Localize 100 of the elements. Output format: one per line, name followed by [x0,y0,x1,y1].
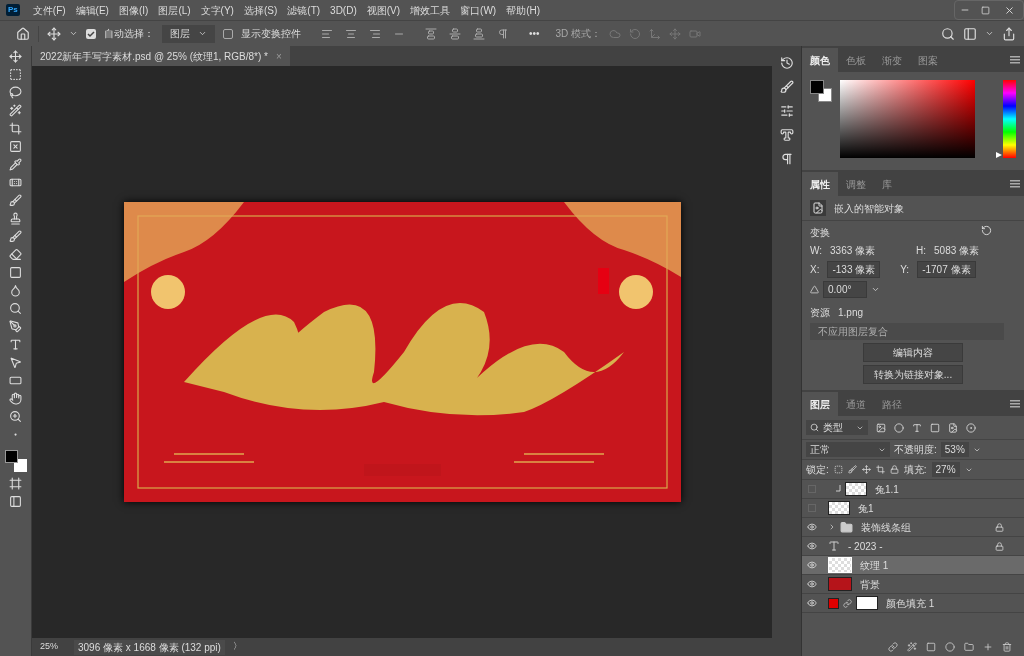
menu-item[interactable]: 图层(L) [153,2,196,18]
adjustment-icon[interactable] [945,642,955,652]
target-dropdown[interactable]: 图层 [162,24,215,43]
type-filter-icon[interactable] [912,422,922,433]
maximize-icon[interactable] [980,5,990,15]
align-center-icon[interactable] [345,27,357,40]
bandage-icon[interactable] [9,176,22,189]
smart-filter-icon[interactable] [948,422,958,433]
menu-item[interactable]: 增效工具 [405,2,456,18]
panel-button[interactable]: 转换为链接对象... [863,365,963,384]
menu-item[interactable]: 编辑(E) [70,2,114,18]
more-button[interactable]: ••• [529,26,540,41]
rectangle-icon[interactable] [9,374,22,387]
layer-comp-dropdown[interactable]: 不应用图层复合 [810,323,1004,340]
droplet-icon[interactable] [9,284,22,297]
menu-item[interactable]: 视图(V) [361,2,406,18]
layer-row[interactable]: 兔1 [802,499,1024,518]
lock-pixels-icon[interactable] [833,465,843,474]
align-left-icon[interactable] [321,27,333,40]
panel-tab[interactable]: 属性 [802,172,838,196]
workspace-icon[interactable] [963,26,977,41]
menu-item[interactable]: 文字(Y) [195,2,239,18]
shape-filter-icon[interactable] [930,422,940,433]
adjustment-filter-icon[interactable] [894,422,904,433]
lock-paint-icon[interactable] [847,465,857,474]
filter-dropdown[interactable]: 类型 [806,420,868,435]
zoom-level[interactable]: 25% [40,640,66,654]
close-icon[interactable] [1003,4,1015,16]
marquee-icon[interactable] [9,68,22,81]
menu-item[interactable]: 图像(I) [113,2,154,18]
hue-slider-thumb[interactable] [996,152,1002,158]
screen-mode-icon[interactable] [9,495,22,508]
zoom-icon[interactable] [9,410,22,423]
brush-icon[interactable] [9,194,22,207]
menu-item[interactable]: 文件(F) [27,2,71,18]
layer-row[interactable]: 纹理 1 [802,556,1024,575]
menu-item[interactable]: 3D(D) [325,2,362,18]
eraser-icon[interactable] [9,248,22,261]
search-icon[interactable] [941,26,955,41]
panel-tab[interactable]: 通道 [838,392,874,416]
folder-icon[interactable] [964,642,974,652]
pen-icon[interactable] [9,320,22,333]
document-tab[interactable]: 2022新年手写字素材.psd @ 25% (纹理1, RGB/8*) * × [32,46,290,66]
new-layer-icon[interactable] [983,642,993,652]
eyedropper-icon[interactable] [9,158,22,171]
status-menu-button[interactable]: 〉 [232,640,242,654]
hand-icon[interactable] [9,392,22,405]
panel-tab[interactable]: 图层 [802,392,838,416]
history-brush-icon[interactable] [9,230,22,243]
layer-row[interactable]: 背景 [802,575,1024,594]
filter-toggle-icon[interactable] [966,422,976,433]
reset-icon[interactable] [981,225,992,236]
home-icon[interactable] [16,26,30,41]
menu-item[interactable]: 选择(S) [238,2,283,18]
move-tool-icon[interactable] [9,50,22,63]
frame-icon[interactable] [9,140,22,153]
panel-tab[interactable]: 库 [874,172,900,196]
x-field[interactable]: -133 像素 [827,261,881,278]
layer-row[interactable]: 颜色填充 1 [802,594,1024,613]
history-icon[interactable] [779,56,794,70]
panel-tab[interactable]: 色板 [838,48,874,72]
trash-icon[interactable] [1002,642,1012,652]
mask-icon[interactable] [926,642,936,652]
menu-item[interactable]: 窗口(W) [455,2,502,18]
align-bottom-icon[interactable] [473,27,485,40]
panel-tab[interactable]: 路径 [874,392,910,416]
caret-icon[interactable] [985,29,994,38]
hue-slider[interactable] [996,80,1016,158]
align-top-icon[interactable] [425,27,437,40]
type-icon[interactable] [9,338,22,351]
layer-row[interactable]: 兔1.1 [802,480,1024,499]
wand-icon[interactable] [9,104,22,117]
link-icon[interactable] [888,642,898,652]
adjustments-icon[interactable] [779,104,794,118]
panel-tab[interactable]: 颜色 [802,48,838,72]
caret-icon[interactable] [871,285,880,294]
checkbox[interactable] [86,28,96,39]
checkbox[interactable] [223,28,233,39]
panel-menu-icon[interactable] [1010,56,1020,64]
crop-icon[interactable] [9,122,22,135]
share-icon[interactable] [1002,26,1016,41]
panel-menu-icon[interactable] [1010,180,1020,188]
panel-button[interactable]: 编辑内容 [863,343,963,362]
panel-menu-icon[interactable] [1010,400,1020,408]
fill-field[interactable]: 27% [931,462,960,477]
move-icon[interactable] [47,26,61,41]
lasso-icon[interactable] [9,86,22,99]
layer-row[interactable]: 装饰线条组 [802,518,1024,537]
pixel-filter-icon[interactable] [876,422,886,433]
menu-item[interactable]: 帮助(H) [501,2,546,18]
lock-artboard-icon[interactable] [875,465,885,474]
app-logo[interactable]: Ps [6,4,20,16]
blend-mode-dropdown[interactable]: 正常 [806,442,890,457]
opacity-field[interactable]: 53% [940,442,969,457]
lock-all-icon[interactable] [889,465,899,474]
caret-icon[interactable] [69,29,78,38]
align-middle-icon[interactable] [449,27,461,40]
lock-position-icon[interactable] [861,465,871,474]
color-field[interactable] [840,80,975,158]
pointer-icon[interactable] [9,356,22,369]
